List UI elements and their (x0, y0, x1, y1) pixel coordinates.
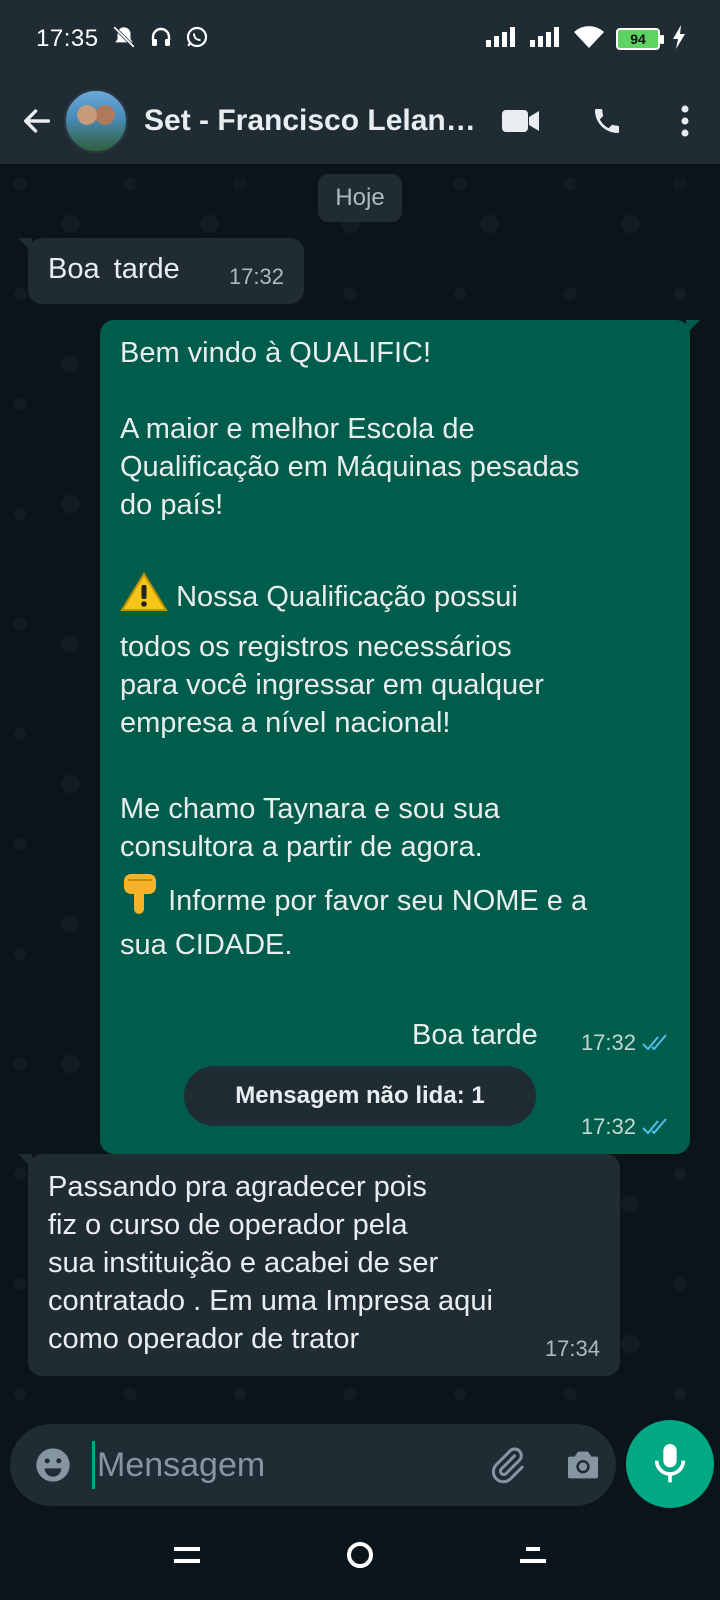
message-line: do país! (120, 489, 224, 521)
message-line: Nossa Qualificação possui (176, 581, 518, 613)
message-composer (10, 1424, 616, 1506)
battery-level: 94 (630, 31, 646, 47)
video-call-icon (502, 110, 539, 132)
status-time: 17:35 (36, 25, 99, 52)
message-bubble-incoming[interactable]: Passando pra agradecer pois fiz o curso … (18, 1154, 620, 1376)
menu-icon (173, 1547, 200, 1563)
recent-apps-button[interactable] (147, 1525, 227, 1585)
back-nav-icon (520, 1547, 547, 1563)
read-ticks-icon (642, 1118, 667, 1135)
pointing-down-emoji-icon (120, 872, 160, 926)
message-bubble-incoming[interactable]: Boa tarde 17:32 (18, 238, 304, 304)
attach-button[interactable] (477, 1435, 537, 1495)
date-chip: Hoje (318, 174, 402, 222)
message-input[interactable] (97, 1445, 467, 1485)
avatar[interactable] (64, 89, 128, 153)
back-nav-button[interactable] (493, 1525, 573, 1585)
message-line: Qualificação em Máquinas pesadas (120, 451, 580, 483)
message-time: 17:32 (580, 1114, 636, 1139)
home-circle-icon (346, 1542, 373, 1568)
message-time: 17:34 (544, 1336, 600, 1361)
chat-area[interactable]: Hoje Boa tarde 17:32 Bem vindo à QUALIFI… (0, 164, 720, 1422)
message-line: Me chamo Taynara e sou sua (120, 793, 500, 825)
message-bubble-outgoing[interactable]: Boa tarde 17:32 (392, 1004, 690, 1070)
phone-icon (595, 109, 619, 133)
more-options-icon (681, 105, 689, 137)
wifi-icon (574, 25, 604, 53)
unread-messages-chip: Mensagem não lida: 1 (184, 1066, 536, 1126)
message-text: Boa tarde (48, 253, 180, 285)
emoji-icon (36, 1448, 70, 1482)
signal-icon (530, 26, 562, 52)
headphones-icon (149, 25, 173, 54)
message-line: A maior e melhor Escola de (120, 413, 475, 445)
message-line: consultora a partir de agora. (120, 831, 483, 863)
text-cursor (92, 1441, 95, 1489)
microphone-icon (654, 1444, 686, 1483)
camera-icon (568, 1451, 598, 1479)
read-ticks-icon (642, 1034, 667, 1051)
message-line: sua CIDADE. (120, 929, 293, 961)
message-time: 17:32 (228, 264, 284, 289)
battery-icon: 94 (616, 28, 664, 50)
message-line: para você ingressar em qualquer (120, 669, 544, 701)
video-call-button[interactable] (478, 91, 564, 151)
home-button[interactable] (320, 1525, 400, 1585)
paperclip-icon (491, 1447, 524, 1484)
message-text: Passando pra agradecer pois fiz o curso … (48, 1171, 493, 1355)
contact-name[interactable]: Set - Francisco Lelan… (144, 104, 476, 138)
charging-icon (672, 24, 686, 54)
voice-message-button[interactable] (626, 1420, 714, 1508)
message-line: todos os registros necessários (120, 631, 512, 663)
message-line: Bem vindo à QUALIFIC! (120, 337, 432, 369)
message-line: empresa a nível nacional! (120, 707, 451, 739)
back-arrow-icon (23, 109, 51, 133)
mute-icon (111, 24, 137, 55)
whatsapp-icon (185, 25, 209, 54)
chat-header: Set - Francisco Lelan… (0, 78, 720, 164)
signal-icon (486, 26, 518, 52)
system-navigation-bar (0, 1510, 720, 1600)
message-time: 17:32 (580, 1030, 636, 1055)
message-line: Informe por favor seu NOME e a (168, 885, 588, 917)
back-button[interactable] (12, 91, 62, 151)
camera-button[interactable] (553, 1435, 613, 1495)
emoji-button[interactable] (24, 1436, 82, 1494)
voice-call-button[interactable] (564, 91, 650, 151)
status-bar: 17:35 94 (0, 0, 720, 78)
message-text: Boa tarde (412, 1019, 538, 1051)
warning-emoji-icon (120, 572, 168, 622)
more-options-button[interactable] (650, 91, 720, 151)
